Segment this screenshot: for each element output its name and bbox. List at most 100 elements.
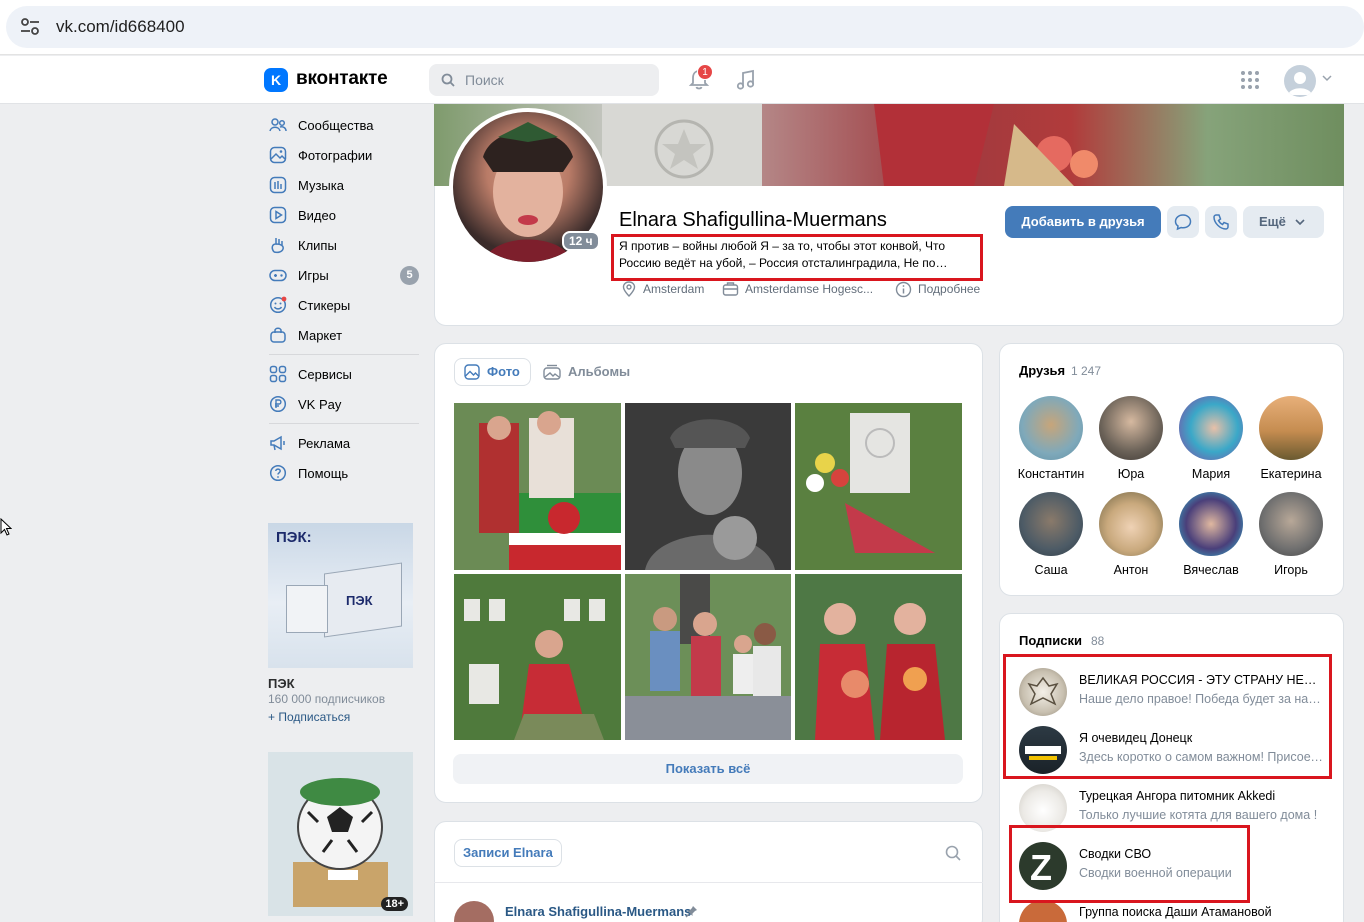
help-icon	[269, 464, 287, 482]
left-navigation: Сообщества Фотографии Музыка Видео Клипы…	[264, 110, 424, 488]
friend-avatar	[1099, 492, 1163, 556]
search-placeholder: Поиск	[465, 72, 504, 88]
friend-item[interactable]: Юра	[1091, 396, 1171, 481]
address-bar[interactable]: vk.com/id668400	[6, 6, 1364, 48]
friend-item[interactable]: Игорь	[1251, 492, 1331, 577]
ad-brand-logo: ПЭК:	[276, 529, 312, 546]
subscription-item[interactable]: Группа поиска Даши Атамановой	[1019, 900, 1329, 922]
call-button[interactable]	[1205, 206, 1237, 238]
sidebar-item-stickers[interactable]: Стикеры	[264, 290, 424, 320]
photo-flag-shapes	[454, 403, 621, 570]
subscription-subtitle: Только лучшие котята для вашего дома !	[1079, 808, 1318, 822]
vk-logo-text[interactable]: вконтакте	[296, 68, 388, 90]
friend-item[interactable]: Мария	[1171, 396, 1251, 481]
friend-avatar	[1179, 396, 1243, 460]
sidebar-item-help[interactable]: Помощь	[264, 458, 424, 488]
wall-divider	[434, 882, 983, 883]
ad-banner-pek[interactable]: ПЭК: ПЭК	[268, 523, 413, 668]
music-icon	[269, 176, 287, 194]
friend-avatar	[1259, 492, 1323, 556]
friend-name: Мария	[1191, 467, 1231, 481]
ads-icon	[270, 435, 285, 451]
friend-name: Константин	[1017, 467, 1085, 481]
friend-item[interactable]: Вячеслав	[1171, 492, 1251, 577]
sidebar-item-label: Помощь	[298, 466, 349, 481]
user-avatar[interactable]	[1284, 65, 1316, 97]
pin-icon	[685, 906, 697, 918]
friends-title[interactable]: Друзья	[1019, 363, 1065, 378]
ad-title[interactable]: ПЭК	[268, 676, 295, 691]
sidebar-item-label: Видео	[298, 208, 336, 223]
sidebar-item-music[interactable]: Музыка	[264, 170, 424, 200]
chevron-down-icon	[1295, 219, 1305, 226]
photo-thumbnail[interactable]	[795, 574, 962, 740]
vkpay-icon	[269, 395, 287, 413]
apps-grid-icon[interactable]	[1240, 70, 1260, 90]
music-icon[interactable]	[735, 69, 757, 91]
ad-subscribe-link[interactable]: + Подписаться	[268, 710, 350, 724]
sidebar-item-video[interactable]: Видео	[264, 200, 424, 230]
video-icon	[269, 206, 287, 224]
mouse-cursor-icon	[0, 518, 12, 536]
search-input[interactable]: Поиск	[429, 64, 659, 96]
sidebar-item-services[interactable]: Сервисы	[264, 359, 424, 389]
education-icon	[722, 282, 739, 296]
photo-thumbnail[interactable]	[625, 403, 791, 570]
search-icon[interactable]	[945, 845, 961, 861]
sidebar-item-games[interactable]: Игры 5	[264, 260, 424, 290]
tab-photos-label: Фото	[487, 364, 520, 379]
more-button[interactable]: Ещё	[1243, 206, 1324, 238]
search-icon	[441, 73, 455, 87]
photo-thumbnail[interactable]	[625, 574, 791, 740]
sidebar-item-market[interactable]: Маркет	[264, 320, 424, 350]
truck-cab-shape	[286, 585, 328, 633]
friend-name: Екатерина	[1260, 467, 1322, 481]
friend-avatar	[1179, 492, 1243, 556]
url-text[interactable]: vk.com/id668400	[56, 17, 185, 37]
photo-women-shapes	[795, 574, 962, 740]
notifications-badge: 1	[697, 64, 713, 80]
post-author-name[interactable]: Elnara Shafigullina-Muermans	[505, 904, 691, 919]
albums-icon	[543, 364, 561, 380]
photo-thumbnail[interactable]	[454, 574, 621, 740]
profile-education[interactable]: Amsterdamse Hogesc...	[745, 282, 873, 296]
subscription-title: Группа поиска Даши Атамановой	[1079, 905, 1272, 919]
friend-item[interactable]: Екатерина	[1251, 396, 1331, 481]
sidebar-item-clips[interactable]: Клипы	[264, 230, 424, 260]
communities-icon	[269, 118, 287, 132]
highlight-box-subscriptions	[1003, 654, 1332, 779]
sidebar-item-ads[interactable]: Реклама	[264, 428, 424, 458]
sidebar-item-label: Маркет	[298, 328, 343, 343]
site-settings-icon[interactable]	[20, 18, 40, 36]
vk-logo-icon[interactable]: K	[264, 68, 288, 92]
sidebar-item-vkpay[interactable]: VK Pay	[264, 389, 424, 419]
profile-more-info[interactable]: Подробнее	[918, 282, 980, 296]
photo-thumbnail[interactable]	[454, 403, 621, 570]
profile-city[interactable]: Amsterdam	[643, 282, 704, 296]
sidebar-item-label: Фотографии	[298, 148, 373, 163]
message-icon	[1174, 214, 1192, 231]
nav-divider	[269, 423, 419, 424]
tab-photos[interactable]: Фото	[454, 358, 531, 386]
sidebar-item-label: Клипы	[298, 238, 337, 253]
photo-thumbnail[interactable]	[795, 403, 962, 570]
add-friend-button[interactable]: Добавить в друзья	[1005, 206, 1161, 238]
tab-albums-label: Альбомы	[568, 364, 631, 379]
last-seen-badge: 12 ч	[562, 231, 600, 251]
sidebar-item-label: Сообщества	[298, 118, 374, 133]
ad-banner-game[interactable]: 18+	[268, 752, 413, 916]
chevron-down-icon[interactable]	[1322, 74, 1332, 82]
sidebar-item-communities[interactable]: Сообщества	[264, 110, 424, 140]
friend-item[interactable]: Антон	[1091, 492, 1171, 577]
friend-item[interactable]: Константин	[1011, 396, 1091, 481]
market-icon	[270, 327, 286, 343]
tab-albums[interactable]: Альбомы	[543, 358, 630, 386]
sidebar-item-photos[interactable]: Фотографии	[264, 140, 424, 170]
subscriptions-title[interactable]: Подписки	[1019, 633, 1082, 648]
show-all-photos-button[interactable]: Показать всё	[453, 754, 963, 784]
highlight-box-status	[611, 234, 983, 281]
friend-item[interactable]: Саша	[1011, 492, 1091, 577]
tab-wall-posts[interactable]: Записи Elnara	[454, 839, 562, 867]
more-button-label: Ещё	[1259, 214, 1286, 229]
message-button[interactable]	[1167, 206, 1199, 238]
